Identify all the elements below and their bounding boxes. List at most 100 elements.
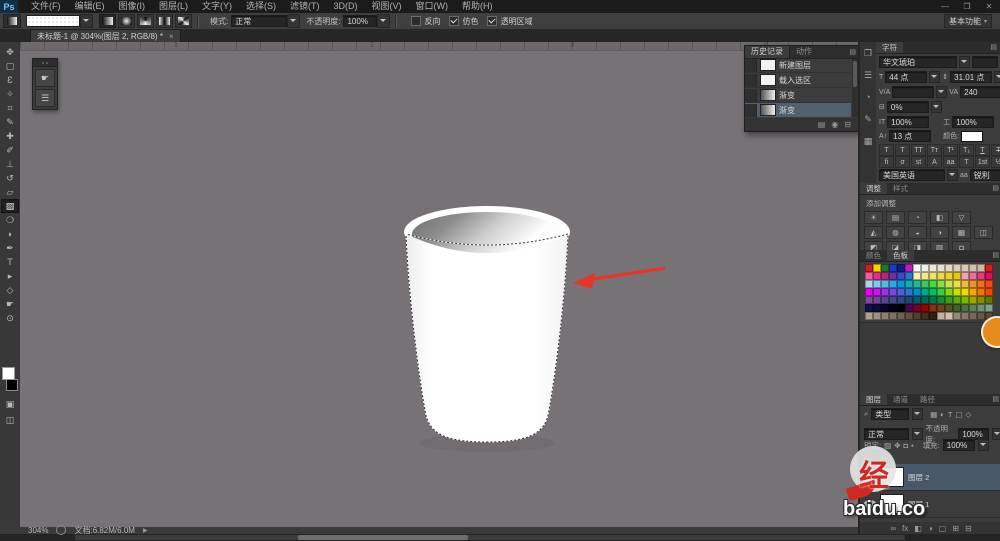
color-swatch[interactable] (881, 296, 889, 304)
mini-panel-grip[interactable] (33, 59, 57, 67)
document-tab[interactable]: 未标题-1 @ 304%(图层 2, RGB/8) * × (30, 29, 181, 43)
color-swatch[interactable] (985, 304, 993, 312)
color-swatch[interactable] (969, 272, 977, 280)
history-brush-source-box[interactable] (745, 58, 757, 72)
visibility-eye-icon[interactable] (864, 473, 876, 481)
color-swatch[interactable] (881, 272, 889, 280)
blur-tool[interactable]: ❍ (1, 213, 19, 227)
color-swatch[interactable] (977, 288, 985, 296)
visibility-eye-icon[interactable] (864, 500, 876, 508)
opentype-button-1[interactable]: σ (895, 156, 910, 168)
color-swatch[interactable] (897, 288, 905, 296)
color-swatch[interactable] (985, 288, 993, 296)
color-swatch[interactable] (969, 296, 977, 304)
zoom-tool[interactable]: ⊙ (1, 311, 19, 325)
color-swatch[interactable] (929, 312, 937, 320)
color-swatch[interactable] (937, 296, 945, 304)
color-swatch[interactable] (977, 312, 985, 320)
color-swatch[interactable] (961, 280, 969, 288)
tab-paths[interactable]: 路径 (914, 394, 941, 405)
font-size-dropdown[interactable] (929, 71, 941, 83)
panel-menu-icon[interactable]: ▤ (992, 183, 999, 194)
color-swatch[interactable] (961, 288, 969, 296)
color-swatch[interactable] (905, 288, 913, 296)
new-group-icon[interactable]: ▢ (939, 524, 947, 533)
color-swatch[interactable] (953, 304, 961, 312)
adjustment-icon-button[interactable]: ◔ (908, 211, 927, 224)
color-swatch[interactable] (961, 304, 969, 312)
tab-history[interactable]: 历史记录 (745, 46, 790, 58)
color-swatch[interactable] (945, 280, 953, 288)
window-minimize-button[interactable]: — (934, 0, 956, 13)
type-style-button-6[interactable]: T (975, 144, 990, 156)
panel-menu-icon[interactable]: ▤ (990, 42, 997, 53)
marquee-tool[interactable]: ▢ (1, 59, 19, 73)
color-swatch[interactable] (953, 264, 961, 272)
opentype-button-6[interactable]: 1st (975, 156, 990, 168)
add-layer-mask-icon[interactable]: ◧ (914, 524, 922, 533)
gradient-type-diamond-button[interactable] (175, 14, 192, 28)
hand-grab-button[interactable]: ☛ (35, 69, 55, 87)
opentype-button-2[interactable]: st (911, 156, 926, 168)
type-style-button-1[interactable]: T (895, 144, 910, 156)
color-swatch[interactable] (921, 280, 929, 288)
collapsed-panel-icon-3[interactable]: ◔ (860, 86, 876, 108)
color-swatch[interactable] (921, 272, 929, 280)
color-swatch[interactable] (945, 272, 953, 280)
color-swatch[interactable] (889, 272, 897, 280)
gradient-type-angle-button[interactable] (137, 14, 154, 28)
layer-effects-icon[interactable]: fx (902, 524, 908, 533)
color-swatch[interactable] (985, 272, 993, 280)
close-tab-icon[interactable]: × (169, 32, 174, 41)
opentype-button-4[interactable]: aa (943, 156, 958, 168)
history-brush-source-box[interactable] (745, 103, 757, 117)
leading-select[interactable]: 31.01 点 (950, 71, 993, 83)
color-swatch[interactable] (897, 312, 905, 320)
opentype-button-7[interactable]: ½ (991, 156, 1000, 168)
adjustment-icon-button[interactable]: ▽ (952, 211, 971, 224)
fill-dropdown[interactable] (977, 439, 989, 451)
color-swatch[interactable] (969, 304, 977, 312)
proportional-dropdown[interactable] (930, 101, 942, 113)
color-swatch[interactable] (913, 272, 921, 280)
color-swatch[interactable] (969, 264, 977, 272)
panel-menu-icon[interactable]: ▤ (992, 250, 999, 261)
color-swatch[interactable] (929, 280, 937, 288)
new-adjustment-layer-icon[interactable]: ◑ (928, 524, 933, 533)
color-swatch[interactable] (937, 264, 945, 272)
color-swatch[interactable] (913, 296, 921, 304)
opentype-button-5[interactable]: T (959, 156, 974, 168)
color-swatch[interactable] (985, 280, 993, 288)
canvas-area[interactable]: 1234 (20, 42, 858, 527)
scrollbar-thumb[interactable] (298, 535, 468, 540)
color-swatch[interactable] (889, 280, 897, 288)
color-swatch[interactable] (873, 264, 881, 272)
color-swatch[interactable] (881, 312, 889, 320)
color-swatch[interactable] (929, 288, 937, 296)
font-size-select[interactable]: 44 点 (885, 71, 928, 83)
antialias-select[interactable]: 锐利 (969, 169, 1000, 181)
color-swatch[interactable] (905, 272, 913, 280)
vertical-scale-input[interactable]: 100% (887, 116, 930, 128)
kerning-select[interactable] (892, 86, 935, 98)
filter-type-dropdown[interactable] (912, 408, 924, 420)
color-swatch[interactable] (937, 312, 945, 320)
color-swatch[interactable] (913, 312, 921, 320)
type-style-button-3[interactable]: Tᴛ (927, 144, 942, 156)
color-swatch[interactable] (977, 280, 985, 288)
color-swatch[interactable] (945, 312, 953, 320)
color-swatch[interactable] (937, 304, 945, 312)
tab-actions[interactable]: 动作 (790, 46, 818, 58)
menu-item-8[interactable]: 视图(V) (365, 0, 409, 13)
color-swatch[interactable] (953, 272, 961, 280)
history-state-1[interactable]: 载入选区 (745, 73, 851, 88)
color-swatch[interactable] (913, 304, 921, 312)
layer-row-0[interactable]: 图层 2 (860, 464, 1000, 491)
workspace-switcher[interactable]: 基本功能 ▾ (943, 14, 992, 28)
color-swatch[interactable] (945, 264, 953, 272)
window-close-button[interactable]: ✕ (978, 0, 1000, 13)
color-swatch[interactable] (969, 280, 977, 288)
shape-tool[interactable]: ◇ (1, 283, 19, 297)
horizontal-scale-input[interactable]: 100% (952, 116, 995, 128)
color-swatch[interactable] (865, 264, 873, 272)
